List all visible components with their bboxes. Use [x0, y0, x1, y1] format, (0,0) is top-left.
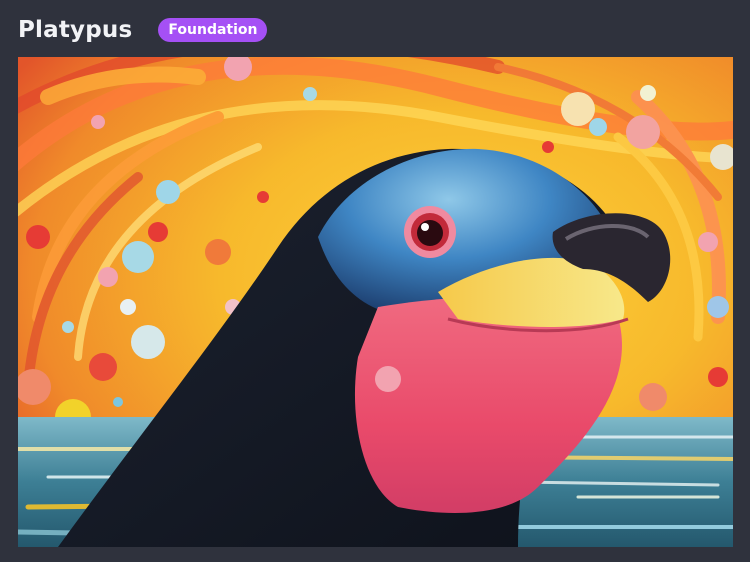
- model-title: Platypus: [18, 17, 133, 43]
- model-card: Platypus Foundation: [0, 0, 750, 562]
- artwork-image[interactable]: [18, 57, 733, 547]
- card-header: Platypus Foundation: [18, 14, 268, 46]
- platypus-painting: [18, 57, 733, 547]
- category-badge[interactable]: Foundation: [158, 18, 268, 42]
